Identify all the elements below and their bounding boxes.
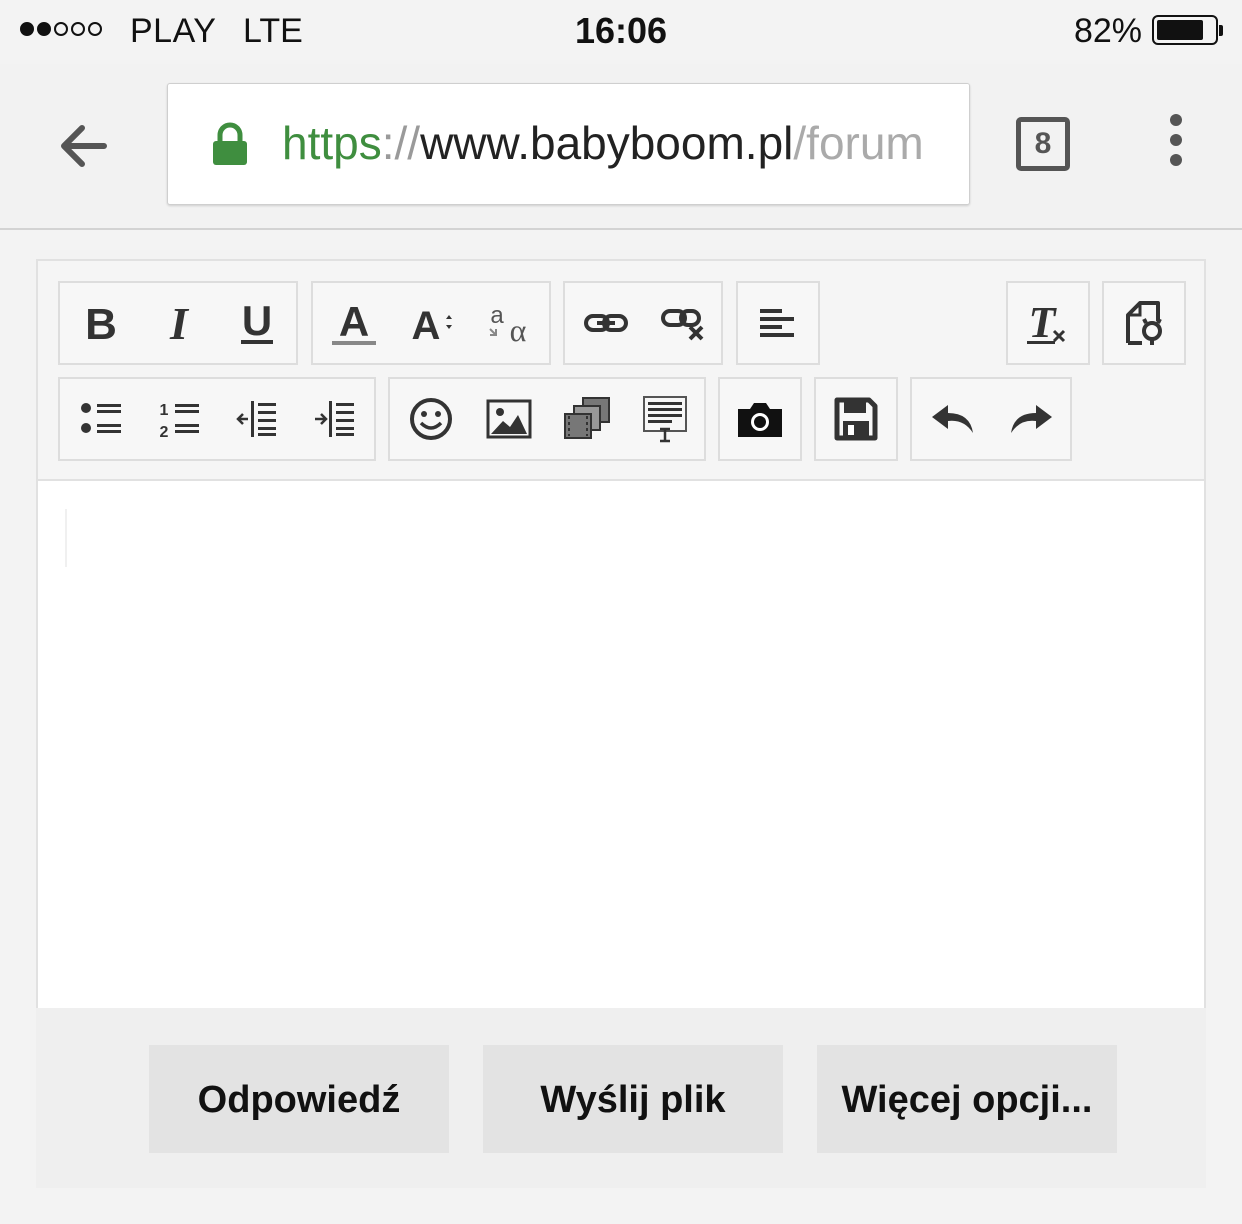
bullet-list-icon (81, 403, 121, 433)
form-actions: Odpowiedź Wyślij plik Więcej opcji... (36, 1008, 1206, 1188)
svg-text:U: U (242, 299, 272, 344)
template-button[interactable] (626, 379, 704, 459)
toolbar-group-align (736, 281, 820, 365)
toolbar-group-links (563, 281, 723, 365)
remove-format-icon: T (1027, 299, 1066, 347)
clock: 16:06 (574, 10, 668, 51)
toolbar-group-source (1102, 281, 1186, 365)
svg-text:A: A (412, 304, 441, 345)
battery-tip (1219, 25, 1223, 36)
toolbar-group-lists: 12 (58, 377, 376, 461)
toolbar-group-save (814, 377, 898, 461)
back-arrow-icon (61, 125, 107, 167)
svg-text:a: a (490, 302, 504, 329)
image-icon (486, 399, 532, 439)
source-button[interactable] (1105, 283, 1183, 363)
redo-icon (1011, 405, 1052, 433)
text-caret (65, 509, 67, 567)
gallery-button[interactable] (548, 379, 626, 459)
save-icon (834, 397, 878, 441)
unlink-button[interactable] (644, 283, 721, 363)
lock-icon (213, 122, 247, 165)
italic-icon: I (169, 301, 190, 345)
svg-text:2: 2 (160, 424, 169, 439)
rich-text-editor: B I U A A aα T 1 2 (36, 259, 1206, 1008)
numbered-list-button[interactable]: 12 (140, 379, 218, 459)
indent-icon (315, 401, 354, 437)
image-button[interactable] (470, 379, 548, 459)
battery-icon (1152, 15, 1218, 45)
outdent-button[interactable] (218, 379, 296, 459)
battery-percent: 82% (1073, 12, 1142, 50)
bold-button[interactable]: B (62, 283, 140, 363)
emoji-button[interactable] (392, 379, 470, 459)
link-icon (583, 314, 628, 332)
align-left-icon (760, 309, 794, 337)
svg-text:I: I (169, 301, 190, 345)
toolbar-group-insert (388, 377, 706, 461)
align-left-button[interactable] (739, 283, 817, 363)
url-separator: :// (381, 117, 421, 169)
camera-button[interactable] (721, 379, 799, 459)
more-options-button[interactable]: Więcej opcji... (817, 1045, 1117, 1153)
url-text[interactable]: https://www.babyboom.pl/forum (282, 116, 962, 170)
svg-text:α: α (510, 312, 527, 345)
bullet-list-button[interactable] (62, 379, 140, 459)
svg-text:B: B (85, 301, 117, 345)
font-style-icon: aα (489, 302, 527, 345)
underline-icon: U (241, 299, 273, 344)
redo-button[interactable] (992, 379, 1070, 459)
svg-text:A: A (339, 298, 369, 345)
overflow-menu-icon[interactable] (1160, 114, 1192, 174)
url-path: /forum (793, 117, 924, 169)
editor-content-area[interactable] (38, 479, 1204, 1008)
save-button[interactable] (817, 379, 895, 459)
text-color-icon: A (332, 298, 376, 345)
numbered-list-icon: 12 (160, 402, 199, 439)
indent-button[interactable] (296, 379, 374, 459)
toolbar-group-basicstyles: B I U (58, 281, 298, 365)
source-icon (1126, 301, 1162, 345)
svg-text:1: 1 (160, 402, 169, 419)
bold-icon: B (85, 301, 117, 345)
browser-toolbar: https://www.babyboom.pl/forum 8 (0, 64, 1242, 230)
font-size-button[interactable]: A (393, 283, 471, 363)
link-button[interactable] (567, 283, 644, 363)
url-fade (929, 84, 969, 204)
url-host: www.babyboom.pl (420, 117, 794, 169)
text-color-button[interactable]: A (315, 283, 393, 363)
emoji-icon (410, 398, 452, 440)
tab-switcher-button[interactable]: 8 (1016, 117, 1070, 171)
status-bar: PLAY LTE 16:06 82% (0, 0, 1242, 64)
template-icon (643, 396, 687, 443)
upload-file-button[interactable]: Wyślij plik (483, 1045, 783, 1153)
underline-button[interactable]: U (218, 283, 296, 363)
url-scheme: https (282, 117, 382, 169)
outdent-icon (236, 401, 276, 437)
unlink-icon (660, 309, 703, 341)
camera-icon (738, 403, 782, 437)
italic-button[interactable]: I (140, 283, 218, 363)
font-style-button[interactable]: aα (471, 283, 549, 363)
back-button[interactable] (52, 114, 116, 178)
toolbar-group-history (910, 377, 1072, 461)
toolbar-group-colors: A A aα (311, 281, 551, 365)
undo-icon (932, 405, 973, 433)
reply-button[interactable]: Odpowiedź (149, 1045, 449, 1153)
toolbar-group-cleanup: T (1006, 281, 1090, 365)
font-size-icon: A (412, 304, 452, 345)
remove-format-button[interactable]: T (1009, 283, 1087, 363)
undo-button[interactable] (914, 379, 992, 459)
toolbar-group-camera (718, 377, 802, 461)
gallery-icon (564, 397, 610, 439)
address-bar[interactable]: https://www.babyboom.pl/forum (167, 83, 970, 205)
